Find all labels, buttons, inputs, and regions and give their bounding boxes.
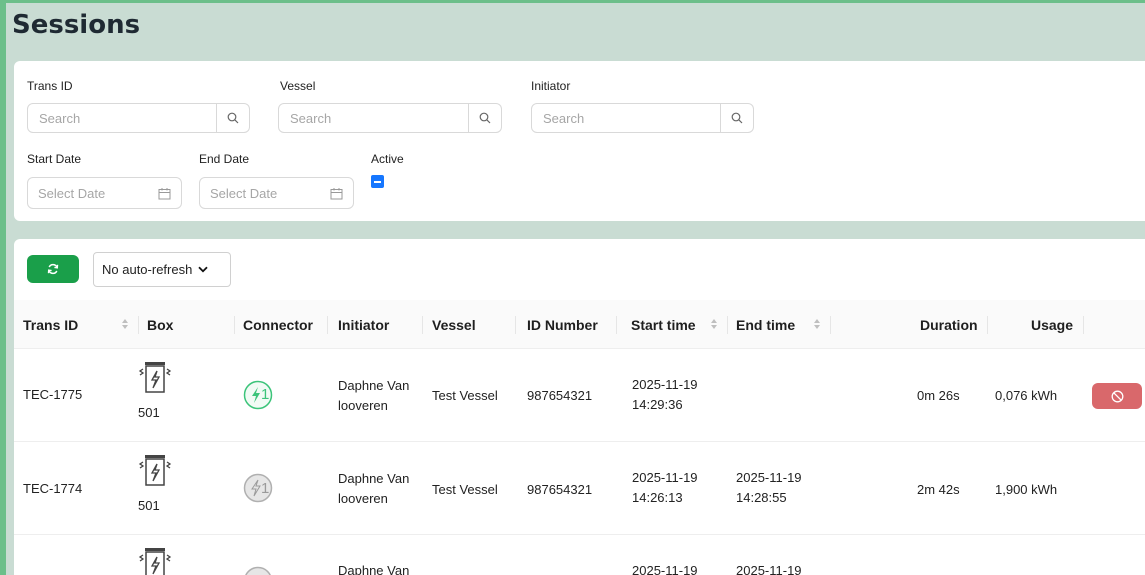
end-time-date: 2025-11-19	[736, 470, 802, 485]
column-separator	[515, 316, 516, 334]
sort-icon[interactable]	[813, 317, 821, 331]
connector-number: 1	[261, 386, 270, 403]
trans-id-search-button[interactable]	[217, 103, 250, 133]
stop-icon	[1111, 390, 1123, 402]
column-separator	[1083, 316, 1084, 334]
column-header-vessel: Vessel	[432, 316, 476, 333]
initiator-search-group	[531, 103, 754, 133]
start-time-clock: 14:29:36	[632, 397, 683, 412]
vessel-search-group	[278, 103, 502, 133]
box-number: 501	[138, 405, 160, 420]
column-separator	[327, 316, 328, 334]
start-time-date: 2025-11-19	[632, 470, 698, 485]
trans-id-filter-label: Trans ID	[27, 79, 73, 93]
table-row[interactable]: Daphne Van 2025-11-19 2025-11-19	[14, 535, 1145, 575]
active-checkbox[interactable]	[371, 175, 384, 188]
table-row[interactable]: TEC-1775 501 1 Daphne Van looveren Test …	[14, 349, 1145, 442]
column-separator	[234, 316, 235, 334]
start-date-placeholder: Select Date	[38, 185, 106, 201]
end-date-placeholder: Select Date	[210, 185, 278, 201]
refresh-button[interactable]	[27, 255, 79, 283]
start-time-clock: 14:26:13	[632, 490, 683, 505]
end-date-picker[interactable]: Select Date	[199, 177, 354, 209]
column-header-initiator: Initiator	[338, 316, 390, 333]
stop-session-button[interactable]	[1092, 383, 1142, 409]
duration-cell: 0m 26s	[917, 388, 960, 403]
initiator-cell-line2: looveren	[338, 398, 388, 413]
column-separator	[616, 316, 617, 334]
vessel-search-button[interactable]	[469, 103, 502, 133]
vessel-filter-label: Vessel	[280, 79, 316, 93]
search-icon	[227, 112, 239, 124]
refresh-icon	[47, 263, 59, 275]
initiator-cell: Daphne Van	[338, 378, 410, 393]
initiator-filter-label: Initiator	[531, 79, 571, 93]
column-header-usage: Usage	[1031, 316, 1074, 333]
sort-icon[interactable]	[710, 317, 718, 331]
search-icon	[479, 112, 491, 124]
table-header: Trans ID Box Connector Initiator Vessel …	[14, 300, 1145, 349]
column-header-box: Box	[147, 316, 174, 333]
column-header-connector: Connector	[243, 316, 313, 333]
trans-id-cell: TEC-1775	[23, 387, 83, 402]
initiator-search-input[interactable]	[531, 103, 721, 133]
column-header-start-time[interactable]: Start time	[631, 300, 696, 349]
column-separator	[987, 316, 988, 334]
initiator-cell-line2: looveren	[338, 491, 388, 506]
auto-refresh-select[interactable]: No auto-refresh	[93, 252, 231, 287]
auto-refresh-value: No auto-refresh	[102, 262, 193, 277]
column-header-id-number: ID Number	[527, 316, 598, 333]
vessel-cell: Test Vessel	[432, 388, 498, 403]
usage-cell: 1,900 kWh	[995, 482, 1058, 497]
usage-cell: 0,076 kWh	[995, 388, 1058, 403]
active-filter-label: Active	[371, 152, 404, 166]
sort-icon[interactable]	[121, 317, 129, 331]
column-separator	[727, 316, 728, 334]
column-separator	[830, 316, 831, 334]
trans-id-cell: TEC-1774	[23, 481, 83, 496]
indeterminate-mark	[374, 180, 381, 183]
end-time-date: 2025-11-19	[736, 563, 802, 575]
start-date-label: Start Date	[27, 152, 82, 166]
chevron-down-icon	[198, 266, 208, 273]
start-date-picker[interactable]: Select Date	[27, 177, 182, 209]
charging-box-icon	[138, 548, 172, 575]
vessel-search-input[interactable]	[278, 103, 469, 133]
page-title: Sessions	[12, 10, 141, 40]
trans-id-search-input[interactable]	[27, 103, 217, 133]
search-icon	[731, 112, 743, 124]
initiator-cell: Daphne Van	[338, 563, 410, 575]
filter-panel	[14, 61, 1145, 221]
box-number: 501	[138, 498, 160, 513]
column-header-duration: Duration	[920, 316, 978, 333]
charging-box-icon	[138, 455, 172, 486]
connector-number: 1	[261, 480, 270, 497]
end-date-label: End Date	[199, 152, 250, 166]
end-time-clock: 14:28:55	[736, 490, 787, 505]
column-separator	[138, 316, 139, 334]
calendar-icon	[330, 187, 343, 199]
duration-cell: 2m 42s	[917, 482, 960, 497]
initiator-cell: Daphne Van	[338, 471, 410, 486]
id-number-cell: 987654321	[527, 388, 593, 403]
trans-id-search-group	[27, 103, 250, 133]
table-row[interactable]: TEC-1774 501 1 Daphne Van looveren Test …	[14, 442, 1145, 535]
vessel-cell: Test Vessel	[432, 482, 498, 497]
calendar-icon	[158, 187, 171, 199]
id-number-cell: 987654321	[527, 482, 593, 497]
column-header-end-time[interactable]: End time	[736, 300, 795, 349]
start-time-date: 2025-11-19	[632, 377, 698, 392]
connector-idle-icon	[245, 566, 271, 575]
column-separator	[422, 316, 423, 334]
initiator-search-button[interactable]	[721, 103, 754, 133]
start-time-date: 2025-11-19	[632, 563, 698, 575]
column-header-trans-id[interactable]: Trans ID	[23, 300, 78, 349]
charging-box-icon	[138, 362, 172, 393]
